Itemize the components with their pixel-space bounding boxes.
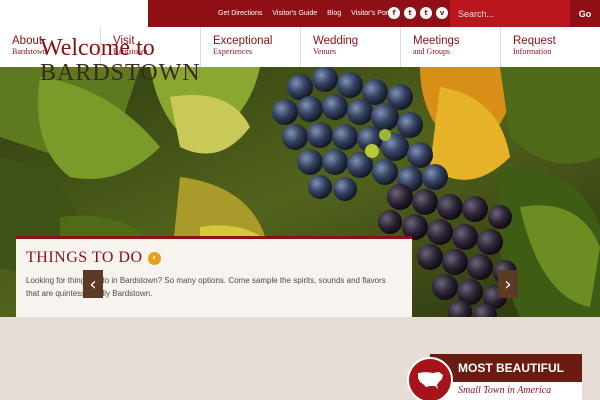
nav-item-sublabel: Experiences (213, 47, 253, 56)
blog-link[interactable]: Blog (327, 10, 341, 17)
nav-item-sublabel: Information (513, 47, 552, 56)
nav-item-label: Wedding (313, 35, 359, 47)
vimeo-icon[interactable]: v (436, 7, 448, 19)
nav-item-sublabel: Venues (313, 47, 337, 56)
twitter-icon[interactable]: t (404, 7, 416, 19)
usa-map-icon (407, 357, 453, 400)
slider-next-button[interactable]: › (498, 270, 518, 298)
nav-item-label: Meetings (413, 35, 460, 47)
homepage: Get Directions Visitor's Guide Blog Visi… (0, 0, 600, 400)
tumblr-icon[interactable]: t (420, 7, 432, 19)
search-box (450, 0, 570, 27)
things-to-do-title[interactable]: THINGS TO DO (26, 249, 143, 267)
utility-links: Get Directions Visitor's Guide Blog Visi… (218, 0, 396, 27)
nav-item-label: Exceptional (213, 35, 273, 47)
nav-item-label: Request (513, 35, 556, 47)
facebook-icon[interactable]: f (388, 7, 400, 19)
nav-item-meetings[interactable]: Meetings and Groups (400, 27, 500, 67)
nav-item-wedding[interactable]: Wedding Venues (300, 27, 400, 67)
award-subtitle: Small Town in America (430, 382, 582, 400)
search-input[interactable] (450, 0, 570, 27)
utility-bar: Get Directions Visitor's Guide Blog Visi… (148, 0, 600, 27)
slider-prev-button[interactable]: ‹ (83, 270, 103, 298)
usa-map-shape (418, 372, 443, 389)
nav-item-request[interactable]: Request Information (500, 27, 600, 67)
nav-item-sublabel: and Groups (413, 47, 451, 56)
get-directions-link[interactable]: Get Directions (218, 10, 262, 17)
welcome-heading: Welcome to (40, 35, 155, 61)
things-to-do-card: THINGS TO DO › Looking for things to do … (16, 236, 412, 318)
visitors-guide-link[interactable]: Visitor's Guide (272, 10, 317, 17)
welcome-town-name: BARDSTOWN (40, 60, 201, 86)
nav-item-exceptional[interactable]: Exceptional Experiences (200, 27, 300, 67)
things-to-do-heading[interactable]: THINGS TO DO › (26, 249, 402, 267)
arrow-right-circle-icon[interactable]: › (147, 251, 161, 265)
social-links: f t t v (388, 7, 448, 19)
search-go-button[interactable]: Go (570, 0, 600, 27)
things-to-do-body: Looking for things to do in Bardstown? S… (26, 276, 386, 298)
